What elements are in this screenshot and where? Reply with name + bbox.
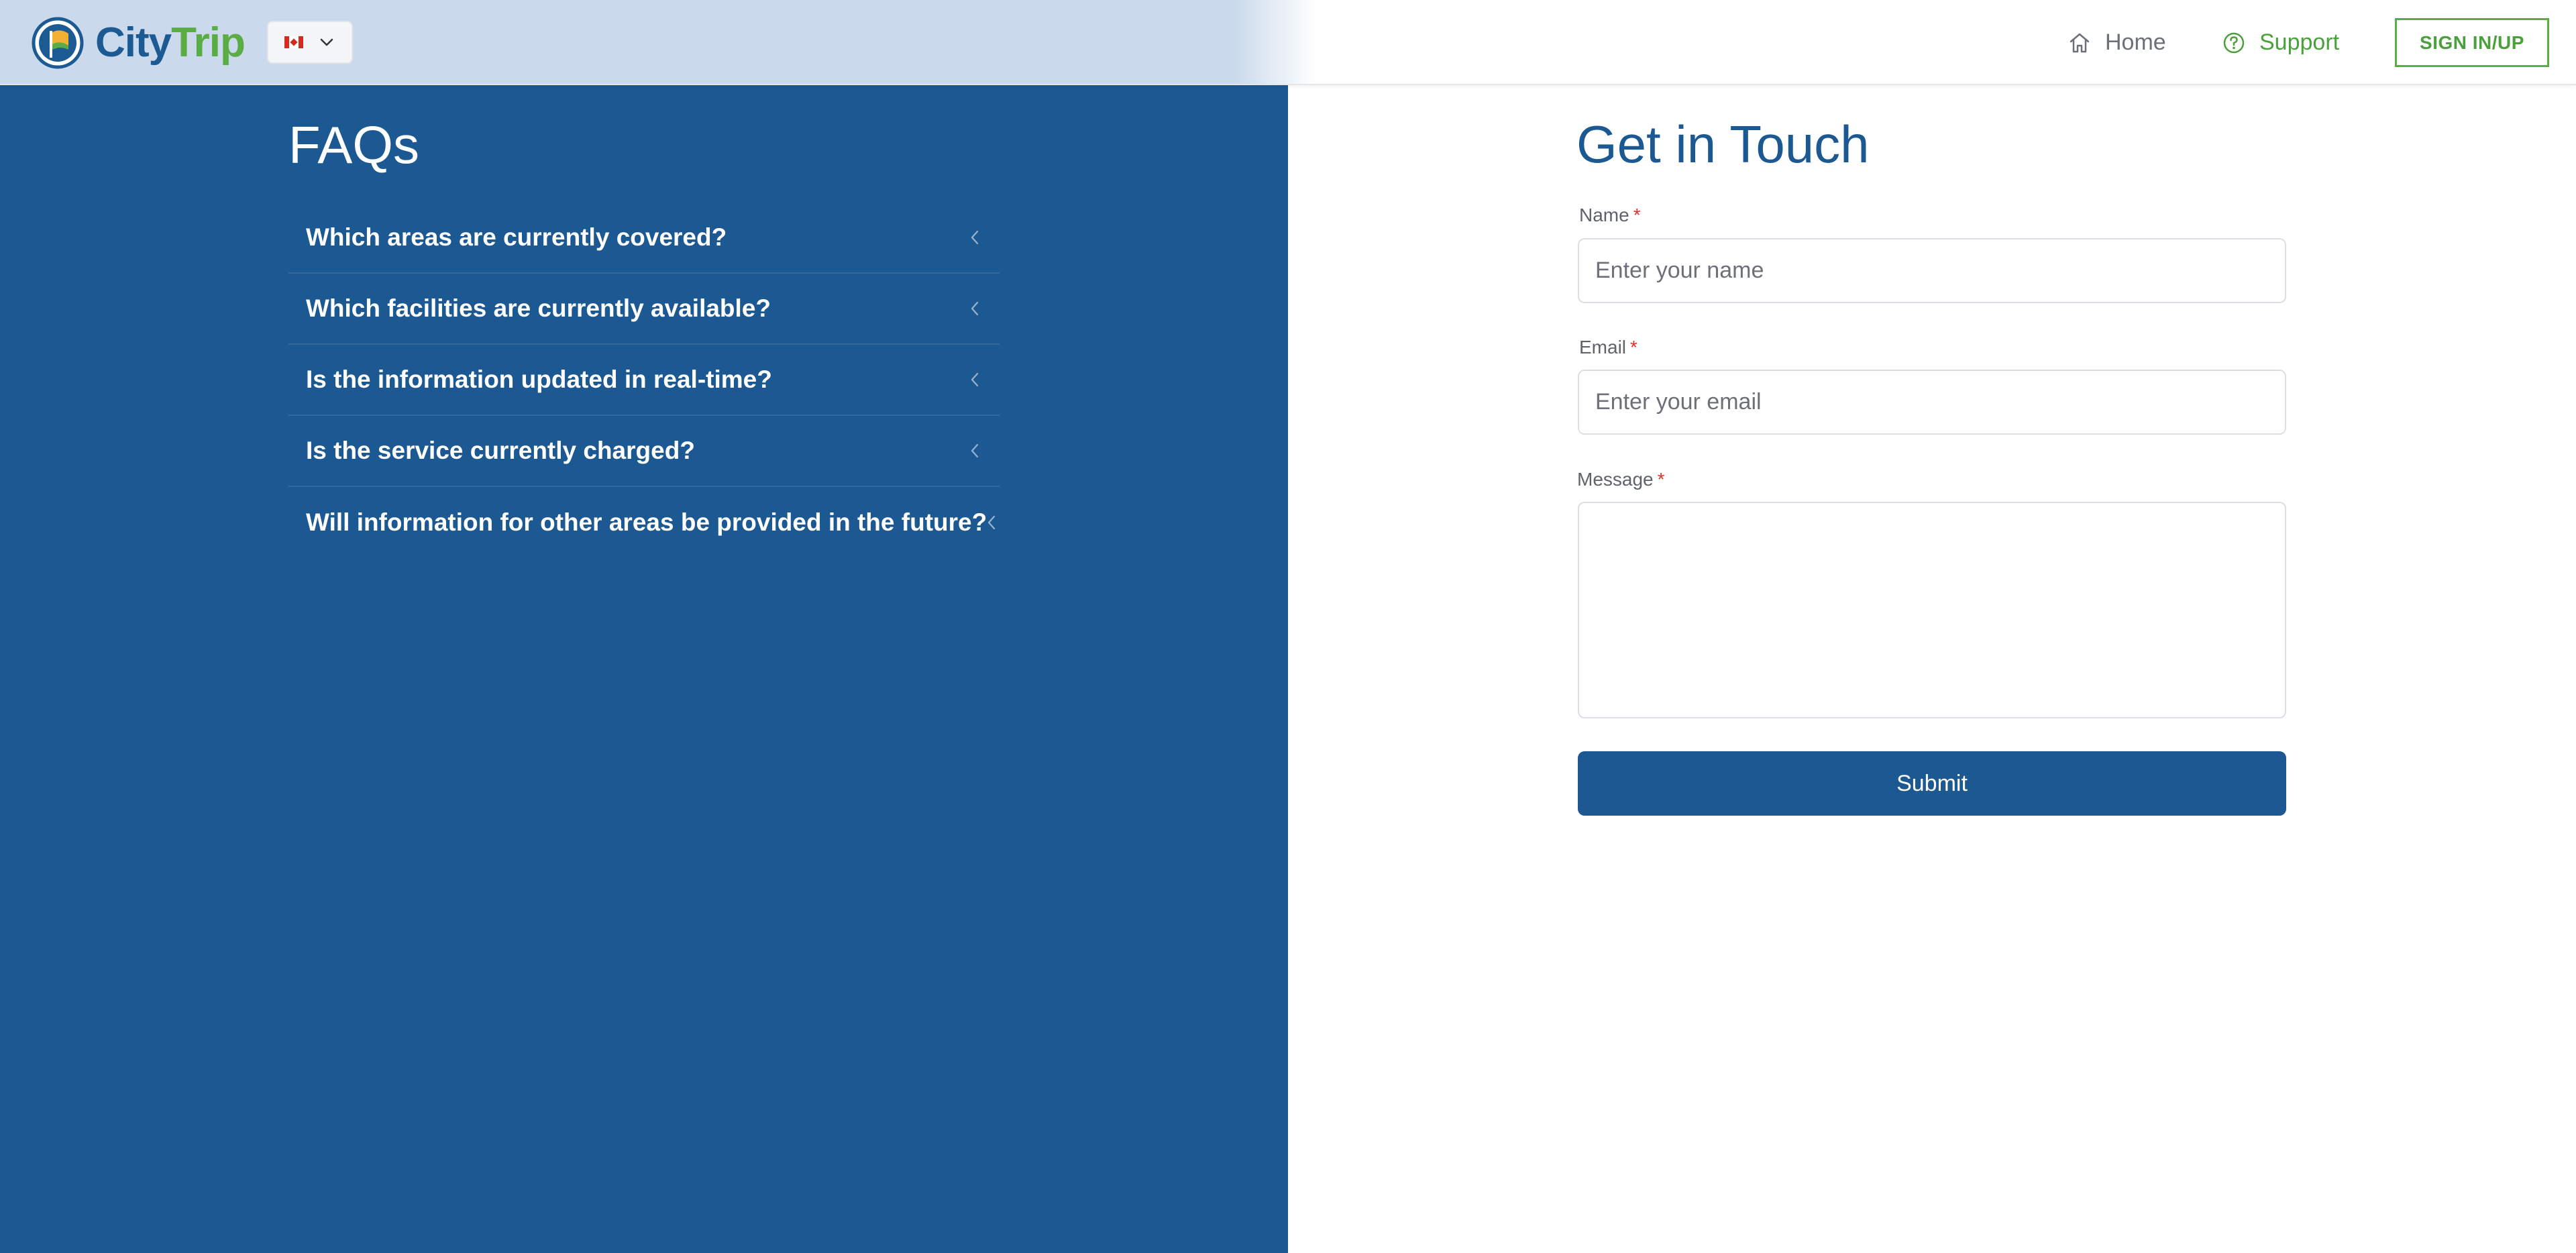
faq-question: Which facilities are currently available… — [306, 294, 771, 322]
faq-title: FAQs — [288, 115, 420, 174]
help-circle-icon — [2223, 32, 2245, 53]
citytrip-logo[interactable]: CityTrip — [31, 16, 246, 70]
home-icon — [2070, 33, 2090, 52]
flag-globe-logo-icon — [32, 17, 84, 69]
faq-item[interactable]: Is the information updated in real-time? — [288, 345, 1000, 416]
faq-question: Is the service currently charged? — [306, 437, 695, 464]
chevron-left-icon — [971, 230, 979, 245]
name-input[interactable] — [1578, 238, 2286, 303]
submit-button[interactable]: Submit — [1578, 751, 2286, 816]
chevron-left-icon — [988, 515, 996, 530]
required-asterisk: * — [1630, 337, 1638, 358]
email-input[interactable] — [1578, 370, 2286, 435]
canada-flag-icon — [284, 36, 303, 48]
chevron-left-icon — [971, 301, 979, 316]
message-textarea[interactable] — [1578, 502, 2286, 718]
required-asterisk: * — [1633, 205, 1641, 225]
chevron-left-icon — [971, 443, 979, 458]
top-header: CityTrip Home Support SIGN IN/UP — [0, 0, 2576, 85]
faq-panel: FAQs Which areas are currently covered? … — [0, 85, 1288, 1253]
faq-question: Is the information updated in real-time? — [306, 366, 772, 393]
faq-item[interactable]: Is the service currently charged? — [288, 416, 1000, 487]
chevron-down-icon — [320, 38, 333, 46]
faq-item[interactable]: Will information for other areas be prov… — [288, 487, 1000, 558]
chevron-left-icon — [971, 372, 979, 387]
email-label: Email * — [1579, 337, 1638, 358]
language-selector[interactable] — [267, 21, 353, 64]
message-label: Message * — [1577, 469, 1665, 490]
name-label: Name * — [1579, 205, 1641, 225]
sign-in-up-button[interactable]: SIGN IN/UP — [2395, 18, 2549, 67]
faq-item[interactable]: Which facilities are currently available… — [288, 274, 1000, 345]
logo-wordmark: CityTrip — [95, 19, 246, 66]
faq-list: Which areas are currently covered? Which… — [288, 203, 1000, 558]
faq-question: Will information for other areas be prov… — [306, 508, 987, 536]
nav-home-link[interactable]: Home — [2068, 0, 2166, 85]
faq-item[interactable]: Which areas are currently covered? — [288, 203, 1000, 274]
nav-support-label: Support — [2259, 30, 2340, 55]
nav-home-label: Home — [2105, 30, 2166, 55]
required-asterisk: * — [1657, 469, 1665, 490]
faq-question: Which areas are currently covered? — [306, 223, 727, 251]
contact-title: Get in Touch — [1576, 115, 1870, 174]
nav-support-link[interactable]: Support — [2222, 0, 2339, 85]
